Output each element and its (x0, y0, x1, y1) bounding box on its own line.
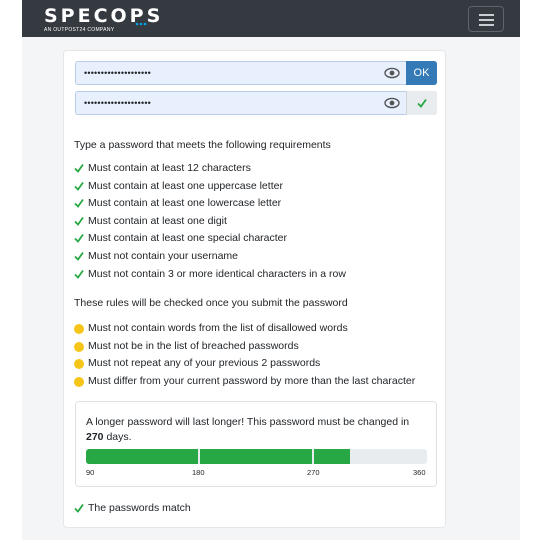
expiry-days: 270 (86, 431, 104, 443)
server-rule-label: Must not contain words from the list of … (88, 322, 348, 334)
expiry-progress-segment (200, 449, 312, 464)
check-icon (417, 98, 427, 108)
expiry-progress-segment (86, 449, 198, 464)
check-icon (74, 163, 84, 173)
check-icon (74, 216, 84, 226)
requirement-label: Must contain at least one digit (88, 214, 227, 227)
brand-subtitle: AN OUTPOST24 COMPANY (44, 27, 115, 33)
eye-icon[interactable] (384, 97, 400, 109)
confirm-status (406, 91, 437, 115)
hamburger-icon (479, 14, 494, 16)
pending-dot-icon (74, 376, 84, 387)
requirement-label: Must contain at least one uppercase lett… (88, 179, 283, 192)
new-password-field[interactable]: •••••••••••••••••••• OK (75, 61, 437, 85)
pending-dot-icon (74, 324, 84, 334)
new-password-value: •••••••••••••••••••• (84, 68, 152, 78)
ok-button[interactable]: OK (406, 61, 437, 85)
check-icon (74, 181, 84, 191)
expiry-tick-label: 270 (307, 468, 320, 477)
requirement-label: Must contain at least one lowercase lett… (88, 197, 282, 210)
check-icon (74, 199, 84, 209)
check-icon (74, 234, 84, 244)
server-rule-label: Must differ from your current password b… (88, 374, 416, 387)
requirement-label: Must not contain 3 or more identical cha… (88, 267, 346, 280)
expiry-message-prefix: A longer password will last longer! This… (86, 416, 410, 428)
expiry-tick-label: 90 (86, 468, 95, 477)
check-icon (74, 503, 84, 513)
expiry-progress-bar (86, 449, 427, 464)
hamburger-icon (479, 19, 494, 21)
password-card: •••••••••••••••••••• OK ••••••••••••••••… (63, 50, 446, 528)
pending-dot-icon (74, 341, 84, 352)
navbar: SPECOPS AN OUTPOST24 COMPANY (22, 0, 520, 37)
requirement-label: Must not contain your username (88, 250, 238, 262)
passwords-match-label: The passwords match (88, 502, 191, 514)
check-icon (74, 269, 84, 279)
requirement-label: Must contain at least 12 characters (88, 162, 251, 174)
confirm-password-value: •••••••••••••••••••• (84, 98, 152, 108)
brand-accent-icon (135, 22, 147, 26)
expiry-tick-label: 180 (192, 468, 205, 477)
server-rule-label: Must not be in the list of breached pass… (88, 339, 299, 352)
requirements-intro: Type a password that meets the following… (74, 139, 331, 151)
requirement-label: Must contain at least one special charac… (88, 232, 288, 245)
password-expiry-panel: A longer password will last longer! This… (75, 401, 437, 487)
eye-icon[interactable] (384, 67, 400, 79)
expiry-message: A longer password will last longer! This… (86, 415, 426, 445)
server-rules-intro: These rules will be checked once you sub… (74, 297, 348, 309)
expiry-tick-label: 360 (413, 468, 426, 477)
confirm-password-field[interactable]: •••••••••••••••••••• (75, 91, 437, 115)
expiry-progress-segment (314, 449, 350, 464)
expiry-message-suffix: days. (103, 431, 132, 443)
hamburger-icon (479, 24, 494, 26)
pending-dot-icon (74, 359, 84, 370)
menu-toggle-button[interactable] (468, 6, 504, 32)
check-icon (74, 251, 84, 261)
server-rule-label: Must not repeat any of your previous 2 p… (88, 357, 321, 370)
